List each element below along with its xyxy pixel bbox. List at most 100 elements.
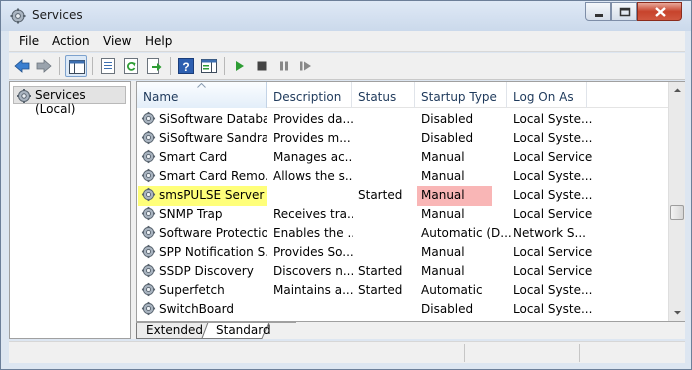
- export-list-button[interactable]: [143, 55, 165, 77]
- cell-description: Provides da...: [273, 112, 353, 126]
- console-tree: Services (Local): [9, 81, 131, 339]
- scrollbar-thumb[interactable]: [670, 205, 684, 220]
- services-list: Name Description Status Startup Type Log…: [136, 81, 685, 322]
- service-gear-icon: [141, 187, 156, 202]
- cell-startup: Disabled: [421, 131, 474, 145]
- minimize-button[interactable]: [585, 2, 611, 21]
- scroll-up-button[interactable]: [669, 82, 686, 99]
- cell-startup: Disabled: [421, 112, 474, 126]
- column-header-log-on-as[interactable]: Log On As: [507, 82, 587, 108]
- toolbar: ?: [9, 53, 685, 80]
- column-header-name[interactable]: Name: [137, 82, 267, 108]
- cell-startup: Manual: [421, 150, 465, 164]
- pause-icon: [280, 61, 288, 71]
- menu-file[interactable]: File: [19, 34, 39, 48]
- vertical-scrollbar[interactable]: [668, 82, 685, 321]
- table-row[interactable]: SNMP Trap Receives tra... Manual Local Serv…: [137, 204, 668, 223]
- cell-name: SwitchBoard: [159, 302, 234, 316]
- column-header-startup-type[interactable]: Startup Type: [415, 82, 507, 108]
- cell-name: SNMP Trap: [159, 207, 223, 221]
- tab-standard[interactable]: Standard: [206, 322, 271, 339]
- stop-icon: [257, 61, 267, 71]
- service-gear-icon: [141, 301, 156, 316]
- table-row[interactable]: Smart Card Manages ac... Manual Local Servi…: [137, 147, 668, 166]
- services-gear-icon: [17, 89, 31, 103]
- table-row[interactable]: smsPULSE Server Started Manual Local Syste.…: [137, 185, 668, 206]
- table-row[interactable]: SwitchBoard Disabled Local Syste...: [137, 299, 668, 318]
- content-area: Services (Local) Name Description Status…: [9, 81, 685, 339]
- close-icon: [655, 7, 666, 17]
- cell-description: Enables the ...: [273, 226, 353, 240]
- sort-ascending-icon: [197, 83, 206, 88]
- maximize-button[interactable]: [611, 2, 637, 21]
- maximize-icon: [619, 7, 631, 17]
- back-arrow-icon: [14, 59, 30, 73]
- refresh-icon: [124, 58, 138, 74]
- cell-description: Manages ac...: [273, 150, 353, 164]
- menu-view[interactable]: View: [103, 34, 131, 48]
- window-title: Services: [32, 8, 83, 22]
- status-bar: [9, 341, 685, 363]
- service-gear-icon: [141, 244, 156, 259]
- back-button[interactable]: [11, 55, 33, 77]
- cell-startup: Manual: [421, 188, 465, 202]
- column-header-status[interactable]: Status: [352, 82, 415, 108]
- service-gear-icon: [141, 111, 156, 126]
- cell-logon: Local Syste...: [513, 283, 593, 297]
- forward-button[interactable]: [33, 55, 55, 77]
- close-button[interactable]: [637, 2, 682, 21]
- cell-logon: Local Syste...: [513, 188, 593, 202]
- table-row[interactable]: SSDP Discovery Discovers n... Started Manua…: [137, 261, 668, 280]
- cell-name: SPP Notification S...: [159, 245, 267, 259]
- cell-logon: Local Service: [513, 207, 593, 221]
- refresh-button[interactable]: [120, 55, 142, 77]
- table-row[interactable]: SiSoftware Databa... Provides da... Disabl…: [137, 109, 668, 128]
- help-button[interactable]: ?: [175, 55, 197, 77]
- menu-help[interactable]: Help: [145, 34, 172, 48]
- cell-name: Superfetch: [159, 283, 225, 297]
- cell-logon: Network S...: [513, 226, 586, 240]
- service-gear-icon: [141, 225, 156, 240]
- cell-startup: Manual: [421, 245, 465, 259]
- view-tabs: Extended Standard: [136, 322, 685, 339]
- table-row[interactable]: Smart Card Remo... Allows the s... Manual L…: [137, 166, 668, 185]
- status-bar-panel: [579, 344, 685, 362]
- scroll-down-button[interactable]: [669, 304, 686, 321]
- show-details-button[interactable]: [198, 55, 220, 77]
- show-hide-console-tree-button[interactable]: [65, 55, 87, 77]
- tree-item-label: Services (Local): [35, 88, 86, 116]
- service-gear-icon: [141, 263, 156, 278]
- table-row[interactable]: Software Protection Enables the ... Automa…: [137, 223, 668, 242]
- pause-service-button[interactable]: [273, 55, 295, 77]
- properties-icon: [101, 58, 115, 74]
- cell-logon: Local Syste...: [513, 112, 593, 126]
- title-bar[interactable]: Services: [1, 1, 691, 31]
- cell-name: Software Protection: [159, 226, 267, 240]
- cell-description: Allows the s...: [273, 169, 353, 183]
- list-header: Name Description Status Startup Type Log…: [137, 82, 668, 108]
- toolbar-separator: [224, 57, 225, 75]
- table-row[interactable]: Superfetch Maintains a... Started Automatic…: [137, 280, 668, 299]
- console-tree-icon: [69, 60, 85, 74]
- properties-button[interactable]: [97, 55, 119, 77]
- cell-startup: Disabled: [421, 302, 474, 316]
- cell-status: Started: [358, 283, 403, 297]
- start-service-button[interactable]: [229, 55, 251, 77]
- cell-name: Smart Card Remo...: [159, 169, 267, 183]
- table-row[interactable]: SiSoftware Sandra ... Provides m... Disabl…: [137, 128, 668, 147]
- service-gear-icon: [141, 206, 156, 221]
- minimize-icon: [595, 14, 603, 17]
- restart-service-button[interactable]: [295, 55, 317, 77]
- table-row[interactable]: SPP Notification S... Provides So... Manua…: [137, 242, 668, 261]
- cell-name: SiSoftware Sandra ...: [159, 131, 267, 145]
- column-header-description[interactable]: Description: [267, 82, 352, 108]
- cell-logon: Local Service: [513, 150, 593, 164]
- details-pane-icon: [201, 59, 217, 73]
- stop-service-button[interactable]: [251, 55, 273, 77]
- tree-item-services-local[interactable]: Services (Local): [13, 86, 126, 116]
- tab-extended[interactable]: Extended: [136, 322, 204, 339]
- service-gear-icon: [141, 149, 156, 164]
- menu-action[interactable]: Action: [52, 34, 90, 48]
- cell-logon: Local Service: [513, 264, 593, 278]
- scroll-up-arrow-icon: [674, 88, 681, 92]
